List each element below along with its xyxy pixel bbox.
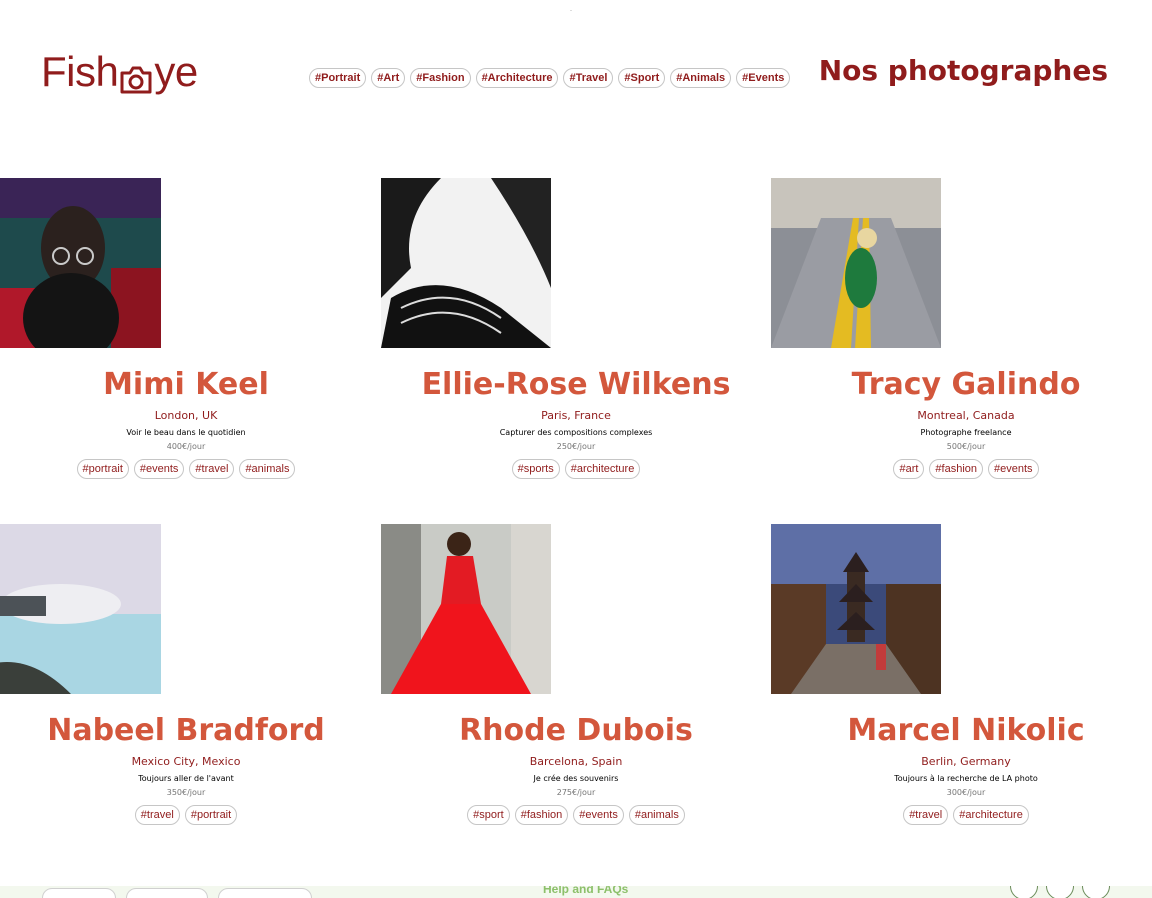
portrait-link[interactable] — [0, 524, 381, 694]
photographer-location: Montreal, Canada — [917, 409, 1015, 422]
tag-sports[interactable]: #sports — [511, 459, 560, 479]
photographer-card: Mimi Keel London, UK Voir le beau dans l… — [0, 178, 381, 479]
tag-architecture[interactable]: #architecture — [564, 459, 641, 479]
photographer-tagline: Voir le beau dans le quotidien — [126, 428, 246, 437]
portrait-image — [771, 178, 941, 348]
photographer-name: Nabeel Bradford — [47, 713, 325, 748]
portrait-link[interactable] — [771, 524, 1152, 694]
tag-events[interactable]: #events — [133, 459, 185, 479]
social-icon[interactable] — [1082, 886, 1110, 898]
decorative-dot — [570, 10, 572, 11]
portrait-image — [771, 524, 941, 694]
photographer-location: Barcelona, Spain — [529, 755, 623, 768]
photographer-card: Tracy Galindo Montreal, Canada Photograp… — [771, 178, 1152, 479]
tag-fashion[interactable]: #fashion — [514, 805, 569, 825]
portrait-link[interactable] — [771, 178, 1152, 348]
photographer-tagline: Toujours aller de l'avant — [138, 774, 234, 783]
portrait-image — [0, 178, 161, 348]
photographer-name: Tracy Galindo — [851, 367, 1081, 402]
photographer-location: Mexico City, Mexico — [131, 755, 241, 768]
nav-tag-sport[interactable]: #Sport — [618, 68, 666, 88]
photographer-tagline: Photographe freelance — [920, 428, 1012, 437]
footer-pill-button[interactable] — [126, 888, 208, 898]
photographer-price: 400€/jour — [166, 442, 206, 451]
footer-pill-button[interactable] — [42, 888, 116, 898]
logo-text-right: ye — [154, 48, 198, 95]
portrait-link[interactable] — [0, 178, 381, 348]
nav-tag-travel[interactable]: #Travel — [563, 68, 614, 88]
logo-text-left: Fish — [41, 48, 119, 95]
footer-strip: Help and FAQs — [0, 886, 1152, 898]
nav-tag-animals[interactable]: #Animals — [670, 68, 732, 88]
tag-travel[interactable]: #travel — [903, 805, 949, 825]
photographer-name: Mimi Keel — [103, 367, 269, 402]
photographer-tags: #portrait #events #travel #animals — [0, 459, 381, 479]
portrait-link[interactable] — [381, 524, 771, 694]
tag-portrait[interactable]: #portrait — [76, 459, 129, 479]
nav-tag-architecture[interactable]: #Architecture — [475, 68, 559, 88]
tag-art[interactable]: #art — [893, 459, 925, 479]
tag-sport[interactable]: #sport — [467, 805, 510, 825]
photographer-tags: #sports #architecture — [381, 459, 771, 479]
nav-tag-fashion[interactable]: #Fashion — [410, 68, 471, 88]
fisheye-logo[interactable]: Fish ye — [41, 48, 198, 96]
photographer-card: Rhode Dubois Barcelona, Spain Je crée de… — [381, 524, 771, 825]
photographer-tagline: Capturer des compositions complexes — [499, 428, 653, 437]
photographer-location: Paris, France — [541, 409, 611, 422]
footer-pill-button[interactable] — [218, 888, 312, 898]
photographer-price: 300€/jour — [946, 788, 986, 797]
photographer-name: Rhode Dubois — [459, 713, 693, 748]
photographer-tagline: Je crée des souvenirs — [533, 774, 619, 783]
photographer-tags: #travel #portrait — [0, 805, 381, 825]
tag-animals[interactable]: #animals — [239, 459, 296, 479]
tag-architecture[interactable]: #architecture — [953, 805, 1029, 825]
photographer-price: 500€/jour — [946, 442, 986, 451]
portrait-image — [381, 524, 551, 694]
photographer-price: 350€/jour — [166, 788, 206, 797]
photographer-name: Marcel Nikolic — [847, 713, 1085, 748]
social-icon[interactable] — [1046, 886, 1074, 898]
camera-icon — [119, 57, 153, 94]
photographer-tags: #travel #architecture — [771, 805, 1152, 825]
photographer-card: Marcel Nikolic Berlin, Germany Toujours … — [771, 524, 1152, 825]
tag-fashion[interactable]: #fashion — [929, 459, 984, 479]
portrait-image — [0, 524, 161, 694]
photographer-card: Ellie-Rose Wilkens Paris, France Capture… — [381, 178, 771, 479]
photographer-tags: #art #fashion #events — [771, 459, 1152, 479]
photographer-location: London, UK — [154, 409, 218, 422]
photographer-card: Nabeel Bradford Mexico City, Mexico Touj… — [0, 524, 381, 825]
tag-animals[interactable]: #animals — [628, 805, 685, 825]
photographer-price: 250€/jour — [556, 442, 596, 451]
help-faq-link[interactable]: Help and FAQs — [543, 886, 628, 896]
tag-travel[interactable]: #travel — [189, 459, 235, 479]
photographer-tagline: Toujours à la recherche de LA photo — [894, 774, 1038, 783]
tag-filter-nav: #Portrait #Art #Fashion #Architecture #T… — [309, 68, 791, 88]
tag-travel[interactable]: #travel — [134, 805, 180, 825]
photographer-tags: #sport #fashion #events #animals — [381, 805, 771, 825]
nav-tag-portrait[interactable]: #Portrait — [309, 68, 367, 88]
nav-tag-events[interactable]: #Events — [736, 68, 791, 88]
photographer-name: Ellie-Rose Wilkens — [421, 367, 731, 402]
photographer-location: Berlin, Germany — [921, 755, 1011, 768]
page-title: Nos photographes — [818, 54, 1108, 87]
tag-portrait[interactable]: #portrait — [184, 805, 238, 825]
portrait-link[interactable] — [381, 178, 771, 348]
tag-events[interactable]: #events — [988, 459, 1039, 479]
social-icon[interactable] — [1010, 886, 1038, 898]
tag-events[interactable]: #events — [573, 805, 624, 825]
photographer-price: 275€/jour — [556, 788, 596, 797]
nav-tag-art[interactable]: #Art — [371, 68, 406, 88]
site-header: Fish ye #Portrait #Art #Fashion #Archite… — [0, 0, 1152, 130]
portrait-image — [381, 178, 551, 348]
